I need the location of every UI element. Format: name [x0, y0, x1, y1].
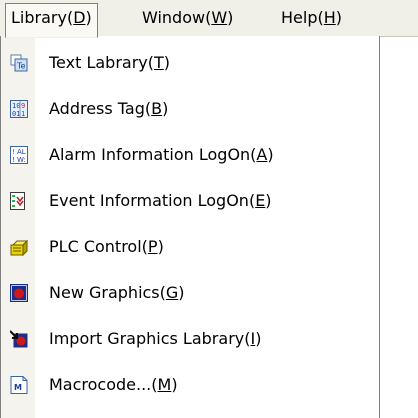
import-graphics-icon [10, 330, 28, 348]
label-text: PLC Control( [49, 237, 148, 256]
menu-item-import-graphics[interactable]: Import Graphics Labrary(I) [1, 318, 379, 360]
menu-window-paren: ) [227, 8, 234, 27]
svg-text:W:: W: [17, 156, 26, 164]
accel-key: B [151, 99, 163, 118]
svg-text:M: M [14, 383, 22, 392]
menu-library-accel: D [73, 8, 86, 27]
menu-help[interactable]: Help(H) [276, 4, 347, 32]
label-text: Address Tag( [49, 99, 152, 118]
menu-window-text: Window( [142, 8, 212, 27]
menu-item-label: Text Labrary(T) [49, 42, 170, 84]
menu-item-label: New Graphics(G) [49, 272, 185, 314]
menu-library-text: Library( [11, 8, 74, 27]
accel-key: T [154, 53, 164, 72]
label-text: Import Graphics Labrary( [49, 329, 251, 348]
menu-item-label: PLC Control(P) [49, 226, 164, 268]
label-text: Event Information LogOn( [49, 191, 256, 210]
menu-item-new-graphics[interactable]: New Graphics(G) [1, 272, 379, 314]
menu-window-accel: W [211, 8, 228, 27]
macrocode-icon: M [10, 376, 28, 394]
svg-text:10: 10 [12, 102, 20, 110]
menu-item-label: Address Tag(B) [49, 88, 168, 130]
label-paren: ) [171, 375, 178, 394]
menu-window[interactable]: Window(W) [137, 4, 238, 32]
menu-help-accel: H [323, 8, 336, 27]
accel-key: G [165, 283, 179, 302]
address-tag-icon: 10 01 9 1 [10, 100, 28, 118]
svg-text:AL: AL [17, 148, 26, 156]
menu-item-label: Event Information LogOn(E) [49, 180, 272, 222]
svg-text:01: 01 [12, 110, 20, 118]
svg-text:!: ! [12, 148, 15, 156]
label-paren: ) [178, 283, 185, 302]
menu-item-label: Macrocode...(M) [49, 364, 178, 406]
label-paren: ) [162, 99, 169, 118]
menu-library[interactable]: Library(D) [5, 3, 98, 38]
label-paren: ) [255, 329, 262, 348]
label-text: Macrocode...( [49, 375, 158, 394]
svg-text:!: ! [12, 156, 15, 164]
svg-text:1: 1 [21, 110, 25, 118]
event-log-icon [10, 192, 25, 210]
accel-key: P [147, 237, 158, 256]
menu-item-plc-control[interactable]: PLC Control(P) [1, 226, 379, 268]
plc-control-icon [10, 239, 28, 256]
menu-item-text-labrary[interactable]: Te Text Labrary(T) [1, 42, 379, 84]
label-text: New Graphics( [49, 283, 166, 302]
accel-key: A [256, 145, 268, 164]
menu-help-paren: ) [335, 8, 342, 27]
menu-item-label: Import Graphics Labrary(I) [49, 318, 261, 360]
library-dropdown-menu: Te Text Labrary(T) 10 01 9 1 Address Tag… [0, 36, 380, 418]
label-text: Text Labrary( [49, 53, 154, 72]
label-paren: ) [157, 237, 164, 256]
alarm-log-icon: ! AL ! W: [10, 146, 28, 164]
label-paren: ) [267, 145, 274, 164]
menu-item-address-tag[interactable]: 10 01 9 1 Address Tag(B) [1, 88, 379, 130]
menu-item-macrocode[interactable]: M Macrocode...(M) [1, 364, 379, 406]
menu-item-event-log[interactable]: Event Information LogOn(E) [1, 180, 379, 222]
label-paren: ) [163, 53, 171, 72]
text-library-icon: Te [10, 54, 28, 72]
menu-item-label: Alarm Information LogOn(A) [49, 134, 274, 176]
accel-key: E [255, 191, 266, 210]
label-paren: ) [265, 191, 272, 210]
accel-key: M [157, 375, 172, 394]
label-text: Alarm Information LogOn( [49, 145, 257, 164]
menu-item-alarm-log[interactable]: ! AL ! W: Alarm Information LogOn(A) [1, 134, 379, 176]
new-graphics-icon [10, 284, 28, 302]
menu-help-text: Help( [281, 8, 324, 27]
menu-bar: Library(D) Window(W) Help(H) [0, 0, 418, 38]
svg-text:9: 9 [21, 102, 25, 110]
menu-library-paren: ) [85, 8, 92, 27]
svg-text:Te: Te [16, 62, 26, 71]
